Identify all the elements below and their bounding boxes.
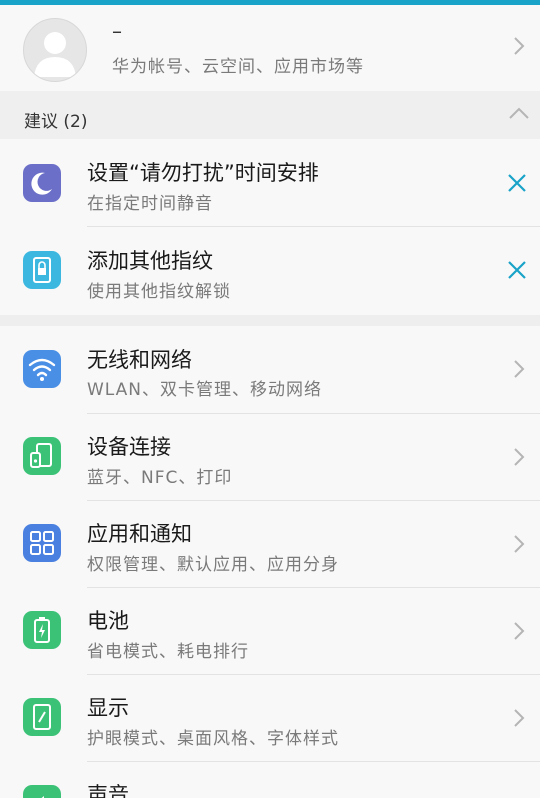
settings-item-title: 声音 — [87, 783, 129, 798]
chevron-right-icon — [514, 709, 525, 727]
sound-icon — [23, 785, 61, 798]
suggestion-subtitle: 使用其他指纹解锁 — [87, 282, 231, 302]
settings-item-title: 电池 — [87, 609, 129, 633]
chevron-right-icon — [514, 535, 525, 553]
settings-item-subtitle: 护眼模式、桌面风格、字体样式 — [87, 729, 339, 749]
account-name: – — [112, 19, 122, 43]
chevron-right-icon — [514, 448, 525, 466]
section-gap — [0, 315, 540, 326]
settings-item-subtitle: 省电模式、耗电排行 — [87, 642, 249, 662]
suggestions-header-label: 建议 (2) — [24, 112, 88, 132]
account-subtitle: 华为帐号、云空间、应用市场等 — [112, 57, 364, 77]
suggestion-subtitle: 在指定时间静音 — [87, 194, 213, 214]
avatar — [23, 18, 87, 82]
close-icon[interactable] — [506, 172, 528, 194]
settings-item-title: 显示 — [87, 696, 129, 720]
device-connection-icon — [23, 437, 61, 475]
chevron-up-icon[interactable] — [508, 105, 530, 121]
settings-item-sound[interactable]: 声音 — [0, 762, 540, 798]
fingerprint-lock-icon — [23, 251, 61, 289]
suggestion-item-dnd[interactable]: 设置“请勿打扰”时间安排 在指定时间静音 — [0, 139, 540, 227]
battery-icon — [23, 611, 61, 649]
chevron-right-icon — [514, 360, 525, 378]
close-icon[interactable] — [506, 259, 528, 281]
chevron-right-icon — [514, 37, 525, 55]
settings-item-subtitle: 权限管理、默认应用、应用分身 — [87, 555, 339, 575]
settings-item-title: 应用和通知 — [87, 522, 192, 546]
settings-item-device-connection[interactable]: 设备连接 蓝牙、NFC、打印 — [0, 414, 540, 501]
moon-icon — [23, 164, 61, 202]
wifi-icon — [23, 350, 61, 388]
settings-item-subtitle: WLAN、双卡管理、移动网络 — [87, 380, 323, 400]
suggestion-title: 设置“请勿打扰”时间安排 — [87, 161, 319, 185]
suggestion-title: 添加其他指纹 — [87, 249, 213, 273]
suggestion-item-fingerprint[interactable]: 添加其他指纹 使用其他指纹解锁 — [0, 227, 540, 315]
suggestions-header[interactable]: 建议 (2) — [0, 91, 540, 139]
settings-item-title: 设备连接 — [87, 435, 171, 459]
settings-item-battery[interactable]: 电池 省电模式、耗电排行 — [0, 588, 540, 675]
display-icon — [23, 698, 61, 736]
account-row[interactable]: – 华为帐号、云空间、应用市场等 — [0, 5, 540, 91]
settings-item-wireless[interactable]: 无线和网络 WLAN、双卡管理、移动网络 — [0, 326, 540, 414]
settings-item-apps[interactable]: 应用和通知 权限管理、默认应用、应用分身 — [0, 501, 540, 588]
settings-item-title: 无线和网络 — [87, 348, 192, 372]
settings-item-display[interactable]: 显示 护眼模式、桌面风格、字体样式 — [0, 675, 540, 762]
apps-grid-icon — [23, 524, 61, 562]
chevron-right-icon — [514, 622, 525, 640]
settings-item-subtitle: 蓝牙、NFC、打印 — [87, 468, 233, 488]
